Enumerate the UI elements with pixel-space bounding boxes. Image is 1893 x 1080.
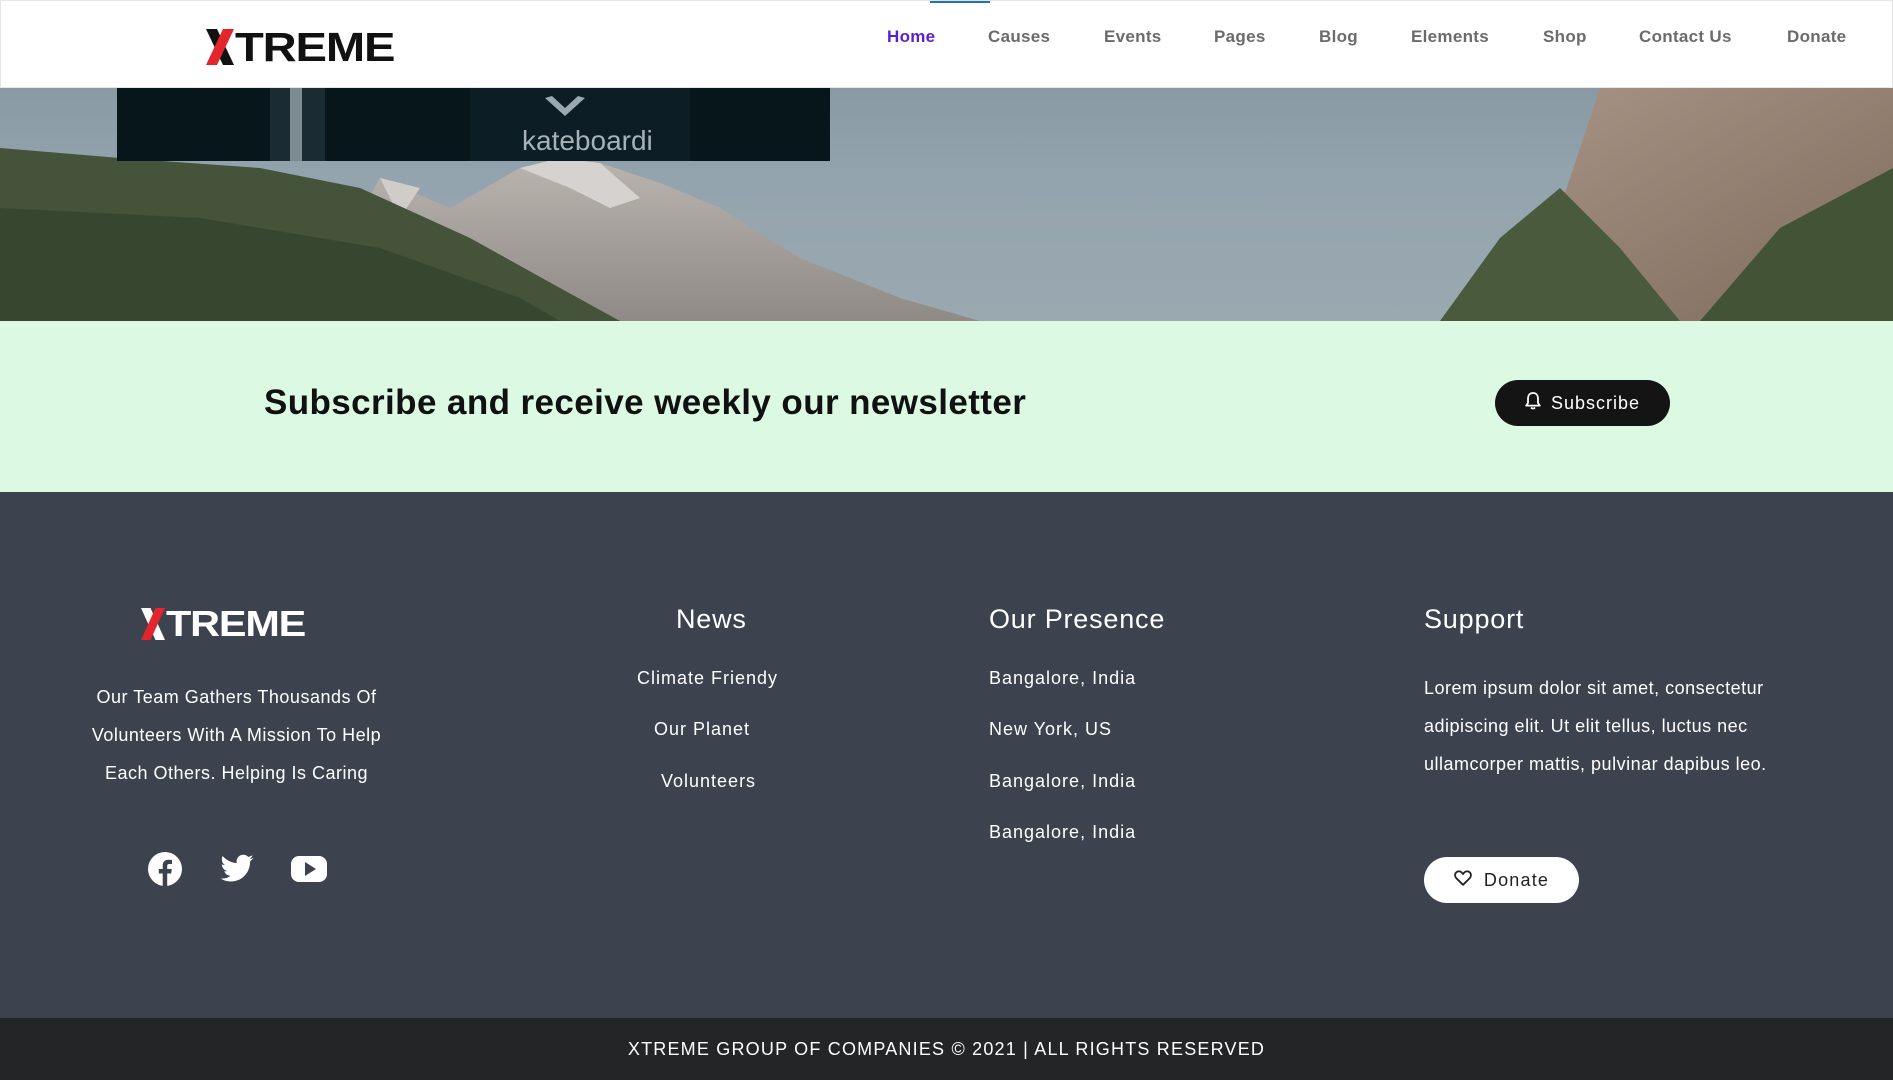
nav-active-indicator [930, 1, 990, 3]
news-link-climate-friendy[interactable]: Climate Friendy [637, 668, 778, 689]
donate-label: Donate [1483, 869, 1550, 890]
heart-icon [1454, 869, 1472, 891]
nav-item-events[interactable]: Events [1104, 27, 1162, 47]
shirt-print: kateboardi [522, 125, 653, 156]
facebook-icon[interactable] [147, 851, 183, 887]
nav-item-home[interactable]: Home [887, 27, 935, 47]
newsletter-title: Subscribe and receive weekly our newslet… [264, 383, 1027, 422]
newsletter-section: Subscribe and receive weekly our newslet… [0, 321, 1893, 492]
nav-item-elements[interactable]: Elements [1411, 27, 1489, 47]
youtube-icon[interactable] [290, 851, 327, 887]
presence-link-bangalore-3[interactable]: Bangalore, India [989, 822, 1136, 843]
subscribe-label: Subscribe [1550, 392, 1641, 413]
site-footer: TREME Our Team Gathers Thousands Of Volu… [0, 492, 1893, 1018]
bell-icon [1525, 391, 1541, 415]
support-text: Lorem ipsum dolor sit amet, consectetur … [1424, 678, 1767, 774]
nav-item-blog[interactable]: Blog [1319, 27, 1358, 47]
mountain-landscape: kateboardi [0, 88, 1893, 321]
about-line: Our Team Gathers Thousands Of [96, 687, 377, 707]
presence-link-bangalore-2[interactable]: Bangalore, India [989, 771, 1136, 792]
nav-item-donate[interactable]: Donate [1787, 27, 1846, 47]
news-link-our-planet[interactable]: Our Planet [654, 719, 750, 740]
nav-item-shop[interactable]: Shop [1543, 27, 1587, 47]
subscribe-button[interactable]: Subscribe [1495, 380, 1670, 426]
news-title: News [676, 604, 747, 634]
copyright-text: XTREME GROUP OF COMPANIES © 2021 | ALL R… [627, 1039, 1266, 1059]
main-nav: Home Causes Events Pages Blog Elements S… [1, 1, 1892, 89]
presence-title: Our Presence [989, 604, 1166, 634]
nav-item-causes[interactable]: Causes [988, 27, 1050, 47]
support-title: Support [1424, 604, 1525, 634]
about-line: Each Others. Helping Is Caring [104, 763, 369, 783]
twitter-icon[interactable] [219, 851, 255, 887]
footer-logo-x-mark [141, 608, 165, 640]
footer-about-text: Our Team Gathers Thousands Of Volunteers… [60, 678, 413, 792]
site-header: TREME Home Causes Events Pages Blog Elem… [0, 0, 1893, 88]
about-line: Volunteers With A Mission To Help [91, 725, 382, 745]
news-link-volunteers[interactable]: Volunteers [661, 771, 756, 792]
presence-link-new-york[interactable]: New York, US [989, 719, 1112, 740]
copyright-bar: XTREME GROUP OF COMPANIES © 2021 | ALL R… [0, 1018, 1893, 1080]
footer-logo-wordmark: TREME [166, 603, 306, 644]
footer-donate-button[interactable]: Donate [1424, 857, 1579, 903]
nav-item-contact-us[interactable]: Contact Us [1639, 27, 1732, 47]
footer-logo[interactable]: TREME [141, 606, 306, 642]
presence-link-bangalore[interactable]: Bangalore, India [989, 668, 1136, 689]
nav-item-pages[interactable]: Pages [1214, 27, 1266, 47]
hero-image: kateboardi [0, 88, 1893, 321]
